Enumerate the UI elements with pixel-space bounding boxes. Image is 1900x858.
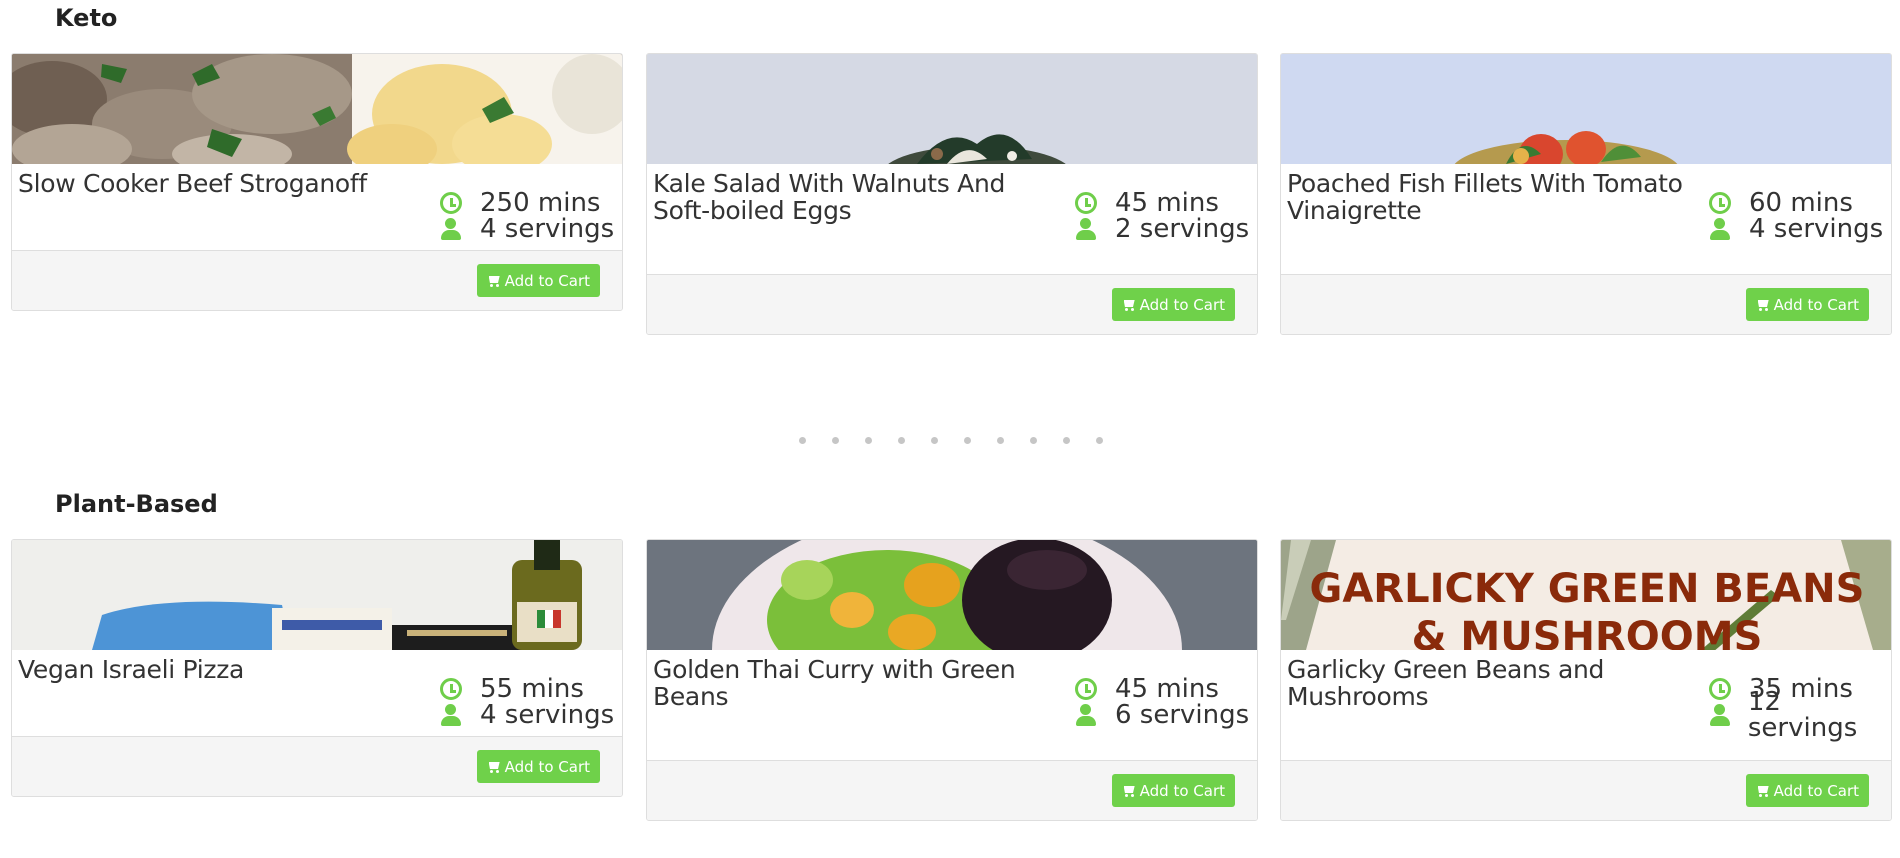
shopping-cart-icon [1122, 785, 1136, 797]
clock-icon [1709, 678, 1731, 700]
add-to-cart-button[interactable]: Add to Cart [476, 264, 600, 297]
clock-icon [440, 192, 462, 214]
green-beans-image: GARLICKY GREEN BEANS & MUSHROOMS [1281, 540, 1891, 650]
poached-fish-image [1281, 54, 1891, 164]
recipe-meta: 35 mins 12 servings [1709, 676, 1891, 741]
recipe-body: Slow Cooker Beef Stroganoff 250 mins 4 s… [12, 164, 622, 250]
carousel-pagination [799, 437, 1103, 444]
recipe-card[interactable]: Slow Cooker Beef Stroganoff 250 mins 4 s… [11, 53, 623, 311]
recipe-image[interactable] [1281, 54, 1891, 164]
recipe-body: Poached Fish Fillets With Tomato Vinaigr… [1281, 164, 1891, 274]
recipe-servings: 6 servings [1115, 700, 1250, 730]
recipe-time: 55 mins [480, 674, 584, 704]
recipe-body: Garlicky Green Beans and Mushrooms 35 mi… [1281, 650, 1891, 760]
recipe-footer: Add to Cart [647, 274, 1257, 334]
section-title-keto: Keto [55, 4, 118, 32]
carousel-dot[interactable] [931, 437, 938, 444]
add-to-cart-label: Add to Cart [1773, 781, 1859, 800]
recipe-servings: 4 servings [480, 214, 615, 244]
shopping-cart-icon [487, 761, 501, 773]
recipe-card[interactable]: Kale Salad With Walnuts And Soft-boiled … [646, 53, 1258, 335]
recipe-time: 45 mins [1115, 188, 1219, 218]
pizza-ingredients-image [12, 540, 622, 650]
recipe-servings: 4 servings [1749, 214, 1884, 244]
recipe-title[interactable]: Poached Fish Fillets With Tomato Vinaigr… [1287, 170, 1687, 224]
recipe-card[interactable]: GARLICKY GREEN BEANS & MUSHROOMS Garlick… [1280, 539, 1892, 821]
shopping-cart-icon [1756, 299, 1770, 311]
recipe-time: 250 mins [480, 188, 601, 218]
recipe-image[interactable] [647, 540, 1257, 650]
add-to-cart-label: Add to Cart [1773, 295, 1859, 314]
recipe-meta: 45 mins 6 servings [1075, 676, 1249, 728]
carousel-dot[interactable] [1096, 437, 1103, 444]
recipe-card[interactable]: Poached Fish Fillets With Tomato Vinaigr… [1280, 53, 1892, 335]
recipe-title[interactable]: Kale Salad With Walnuts And Soft-boiled … [653, 170, 1053, 224]
recipe-footer: Add to Cart [12, 250, 622, 310]
carousel-dot[interactable] [964, 437, 971, 444]
recipe-footer: Add to Cart [1281, 760, 1891, 820]
user-icon [1709, 218, 1731, 240]
add-to-cart-button[interactable]: Add to Cart [476, 750, 600, 783]
recipe-image[interactable] [12, 540, 622, 650]
carousel-dot[interactable] [865, 437, 872, 444]
recipe-card[interactable]: Vegan Israeli Pizza 55 mins 4 servings A… [11, 539, 623, 797]
recipe-time: 45 mins [1115, 674, 1219, 704]
carousel-dot[interactable] [832, 437, 839, 444]
recipe-meta: 55 mins 4 servings [440, 676, 614, 728]
recipe-title[interactable]: Golden Thai Curry with Green Beans [653, 656, 1053, 710]
clock-icon [1075, 678, 1097, 700]
shopping-cart-icon [487, 275, 501, 287]
add-to-cart-button[interactable]: Add to Cart [1111, 288, 1235, 321]
shopping-cart-icon [1122, 299, 1136, 311]
clock-icon [440, 678, 462, 700]
thai-curry-image [647, 540, 1257, 650]
recipe-time: 60 mins [1749, 188, 1853, 218]
carousel-dot[interactable] [1063, 437, 1070, 444]
recipe-servings: 2 servings [1115, 214, 1250, 244]
recipe-body: Golden Thai Curry with Green Beans 45 mi… [647, 650, 1257, 760]
shopping-cart-icon [1756, 785, 1770, 797]
recipe-footer: Add to Cart [1281, 274, 1891, 334]
recipe-footer: Add to Cart [647, 760, 1257, 820]
recipe-meta: 45 mins 2 servings [1075, 190, 1249, 242]
section-title-plant-based: Plant-Based [55, 490, 218, 518]
image-caption-line-2: & MUSHROOMS [1412, 614, 1763, 650]
carousel-dot[interactable] [997, 437, 1004, 444]
recipe-image[interactable] [12, 54, 622, 164]
add-to-cart-button[interactable]: Add to Cart [1745, 774, 1869, 807]
add-to-cart-button[interactable]: Add to Cart [1111, 774, 1235, 807]
user-icon [1075, 704, 1097, 726]
carousel-dot[interactable] [898, 437, 905, 444]
add-to-cart-label: Add to Cart [504, 271, 590, 290]
carousel-dot[interactable] [1030, 437, 1037, 444]
recipe-meta: 60 mins 4 servings [1709, 190, 1883, 242]
recipe-footer: Add to Cart [12, 736, 622, 796]
image-caption-line-1: GARLICKY GREEN BEANS [1310, 566, 1865, 612]
clock-icon [1075, 192, 1097, 214]
kale-salad-image [647, 54, 1257, 164]
add-to-cart-label: Add to Cart [1139, 781, 1225, 800]
beef-stroganoff-image [12, 54, 622, 164]
recipe-image[interactable]: GARLICKY GREEN BEANS & MUSHROOMS [1281, 540, 1891, 650]
carousel-dot[interactable] [799, 437, 806, 444]
recipe-body: Vegan Israeli Pizza 55 mins 4 servings [12, 650, 622, 736]
recipe-image[interactable] [647, 54, 1257, 164]
recipe-meta: 250 mins 4 servings [440, 190, 614, 242]
user-icon [1075, 218, 1097, 240]
user-icon [1709, 704, 1730, 726]
add-to-cart-label: Add to Cart [1139, 295, 1225, 314]
recipe-title[interactable]: Vegan Israeli Pizza [18, 656, 418, 683]
user-icon [440, 218, 462, 240]
recipe-servings: 12 servings [1747, 687, 1858, 743]
recipe-body: Kale Salad With Walnuts And Soft-boiled … [647, 164, 1257, 274]
recipe-card[interactable]: Golden Thai Curry with Green Beans 45 mi… [646, 539, 1258, 821]
recipe-title[interactable]: Slow Cooker Beef Stroganoff [18, 170, 418, 197]
add-to-cart-label: Add to Cart [504, 757, 590, 776]
add-to-cart-button[interactable]: Add to Cart [1745, 288, 1869, 321]
recipe-title[interactable]: Garlicky Green Beans and Mushrooms [1287, 656, 1687, 710]
recipe-servings: 4 servings [480, 700, 615, 730]
clock-icon [1709, 192, 1731, 214]
user-icon [440, 704, 462, 726]
